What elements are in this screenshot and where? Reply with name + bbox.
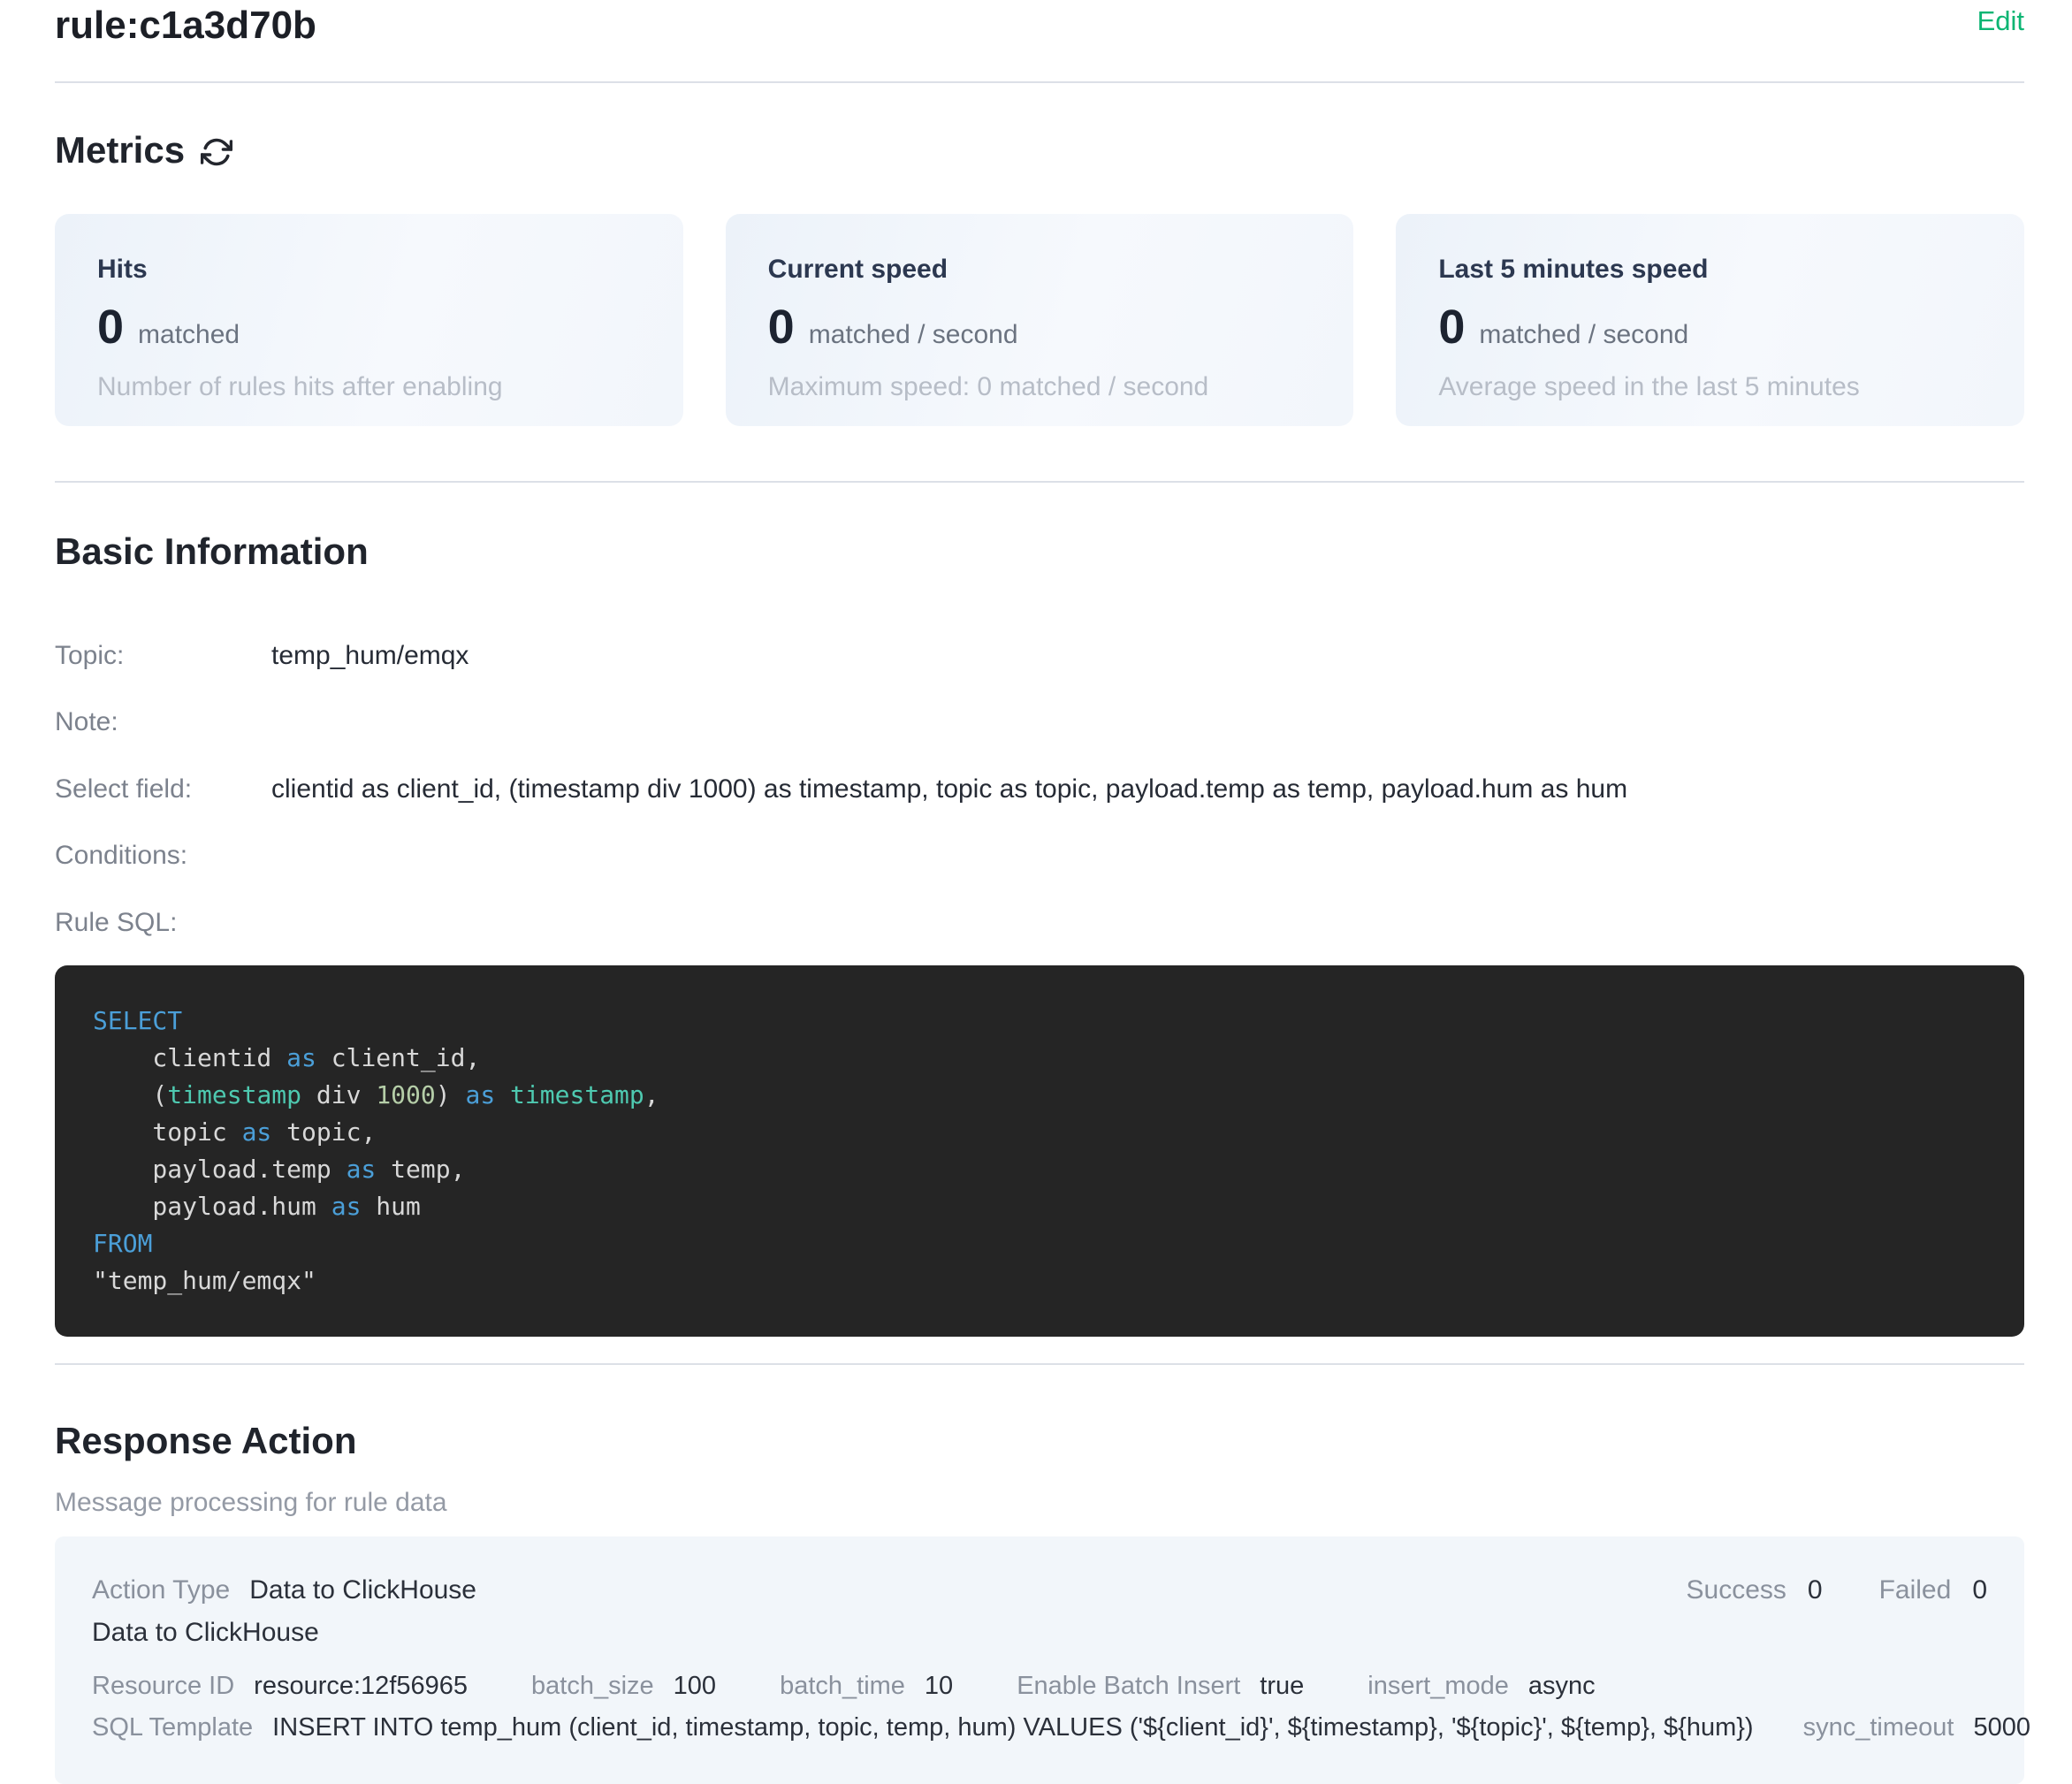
metric-value: 0 [1438, 303, 1465, 351]
info-label: Rule SQL: [55, 909, 271, 937]
code-line: clientid as client_id, [93, 1040, 1989, 1077]
metric-card-current-speed: Current speed 0 matched / second Maximum… [726, 214, 1354, 426]
code-line: SELECT [93, 1003, 1989, 1040]
info-label: Select field: [55, 775, 271, 804]
property-value: 5000 [1973, 1713, 2030, 1742]
action-type-row: Action Type Data to ClickHouse Success 0… [92, 1575, 1987, 1606]
failed-value: 0 [1972, 1575, 1987, 1606]
sql-template-value: INSERT INTO temp_hum (client_id, timesta… [272, 1713, 1753, 1742]
info-row-select-field: Select field: clientid as client_id, (ti… [55, 775, 2024, 804]
metric-description: Number of rules hits after enabling [97, 372, 641, 401]
property-value: async [1528, 1672, 1596, 1701]
info-label: Topic: [55, 642, 271, 670]
action-type-value: Data to ClickHouse [249, 1575, 476, 1606]
metric-card-last-5-minutes-speed: Last 5 minutes speed 0 matched / second … [1396, 214, 2024, 426]
sql-template-row: SQL Template INSERT INTO temp_hum (clien… [92, 1713, 1987, 1742]
property-batch-size: batch_size 100 [531, 1672, 716, 1701]
info-row-topic: Topic: temp_hum/emqx [55, 642, 2024, 670]
metric-card-hits: Hits 0 matched Number of rules hits afte… [55, 214, 683, 426]
info-row-conditions: Conditions: [55, 842, 2024, 870]
metric-value: 0 [768, 303, 795, 351]
metric-unit: matched [138, 320, 240, 350]
metric-card-valueline: 0 matched / second [1438, 303, 1982, 351]
action-card: Action Type Data to ClickHouse Success 0… [55, 1536, 2024, 1784]
property-label: Enable Batch Insert [1017, 1672, 1240, 1701]
metric-cards-row: Hits 0 matched Number of rules hits afte… [55, 214, 2024, 426]
response-action-subtitle: Message processing for rule data [55, 1488, 2024, 1517]
property-value: 100 [674, 1672, 716, 1701]
success-label: Success [1687, 1575, 1786, 1606]
metric-description: Average speed in the last 5 minutes [1438, 372, 1982, 401]
property-label: batch_size [531, 1672, 654, 1701]
metric-description: Maximum speed: 0 matched / second [768, 372, 1312, 401]
info-label: Note: [55, 708, 271, 736]
failed-label: Failed [1879, 1575, 1952, 1606]
divider [55, 81, 2024, 83]
info-row-note: Note: [55, 708, 2024, 736]
property-value: true [1260, 1672, 1304, 1701]
property-label: sync_timeout [1803, 1713, 1954, 1742]
divider [55, 1363, 2024, 1365]
property-label: insert_mode [1367, 1672, 1509, 1701]
metric-card-title: Last 5 minutes speed [1438, 255, 1982, 284]
success-value: 0 [1808, 1575, 1823, 1606]
action-stats: Success 0 Failed 0 [1687, 1575, 1987, 1606]
metric-card-valueline: 0 matched [97, 303, 641, 351]
property-value: 10 [925, 1672, 953, 1701]
metric-card-title: Current speed [768, 255, 1312, 284]
failed-stat: Failed 0 [1879, 1575, 1987, 1606]
sql-template-label: SQL Template [92, 1713, 253, 1742]
rule-detail-page: rule:c1a3d70b Edit Metrics Hits 0 matche… [0, 0, 2072, 1724]
page-header: rule:c1a3d70b Edit [55, 0, 2024, 50]
property-sync-timeout: sync_timeout 5000 [1803, 1713, 2030, 1742]
basic-information-rows: Topic: temp_hum/emqx Note: Select field:… [55, 642, 2024, 937]
action-name-row: Data to ClickHouse [92, 1618, 1987, 1649]
code-line: topic as topic, [93, 1114, 1989, 1151]
page-title: rule:c1a3d70b [55, 2, 316, 50]
metric-card-title: Hits [97, 255, 641, 284]
metric-unit: matched / second [1479, 320, 1688, 350]
action-name: Data to ClickHouse [92, 1618, 319, 1649]
info-value: clientid as client_id, (timestamp div 10… [271, 775, 1627, 804]
edit-link[interactable]: Edit [1977, 4, 2024, 39]
divider [55, 481, 2024, 483]
property-insert-mode: insert_mode async [1367, 1672, 1595, 1701]
metric-card-valueline: 0 matched / second [768, 303, 1312, 351]
rule-sql-code-block: SELECT clientid as client_id, (timestamp… [55, 965, 2024, 1337]
metrics-section-header: Metrics [55, 127, 2024, 174]
refresh-icon[interactable] [201, 136, 232, 168]
code-line: (timestamp div 1000) as timestamp, [93, 1077, 1989, 1114]
info-label: Conditions: [55, 842, 271, 870]
action-properties-row: Resource ID resource:12f56965 batch_size… [92, 1672, 1987, 1701]
info-row-rule-sql: Rule SQL: [55, 909, 2024, 937]
info-value: temp_hum/emqx [271, 642, 468, 670]
property-label: batch_time [780, 1672, 905, 1701]
action-type-label: Action Type [92, 1575, 230, 1606]
code-line: FROM [93, 1225, 1989, 1262]
metric-value: 0 [97, 303, 124, 351]
response-action-heading: Response Action [55, 1418, 2024, 1465]
property-batch-time: batch_time 10 [780, 1672, 953, 1701]
property-value: resource:12f56965 [254, 1672, 468, 1701]
code-line: "temp_hum/emqx" [93, 1262, 1989, 1300]
metrics-heading: Metrics [55, 127, 185, 174]
basic-information-heading: Basic Information [55, 529, 2024, 576]
property-enable-batch-insert: Enable Batch Insert true [1017, 1672, 1304, 1701]
property-resource-id: Resource ID resource:12f56965 [92, 1672, 468, 1701]
code-line: payload.hum as hum [93, 1188, 1989, 1225]
property-label: Resource ID [92, 1672, 234, 1701]
code-line: payload.temp as temp, [93, 1151, 1989, 1188]
success-stat: Success 0 [1687, 1575, 1823, 1606]
metric-unit: matched / second [809, 320, 1018, 350]
